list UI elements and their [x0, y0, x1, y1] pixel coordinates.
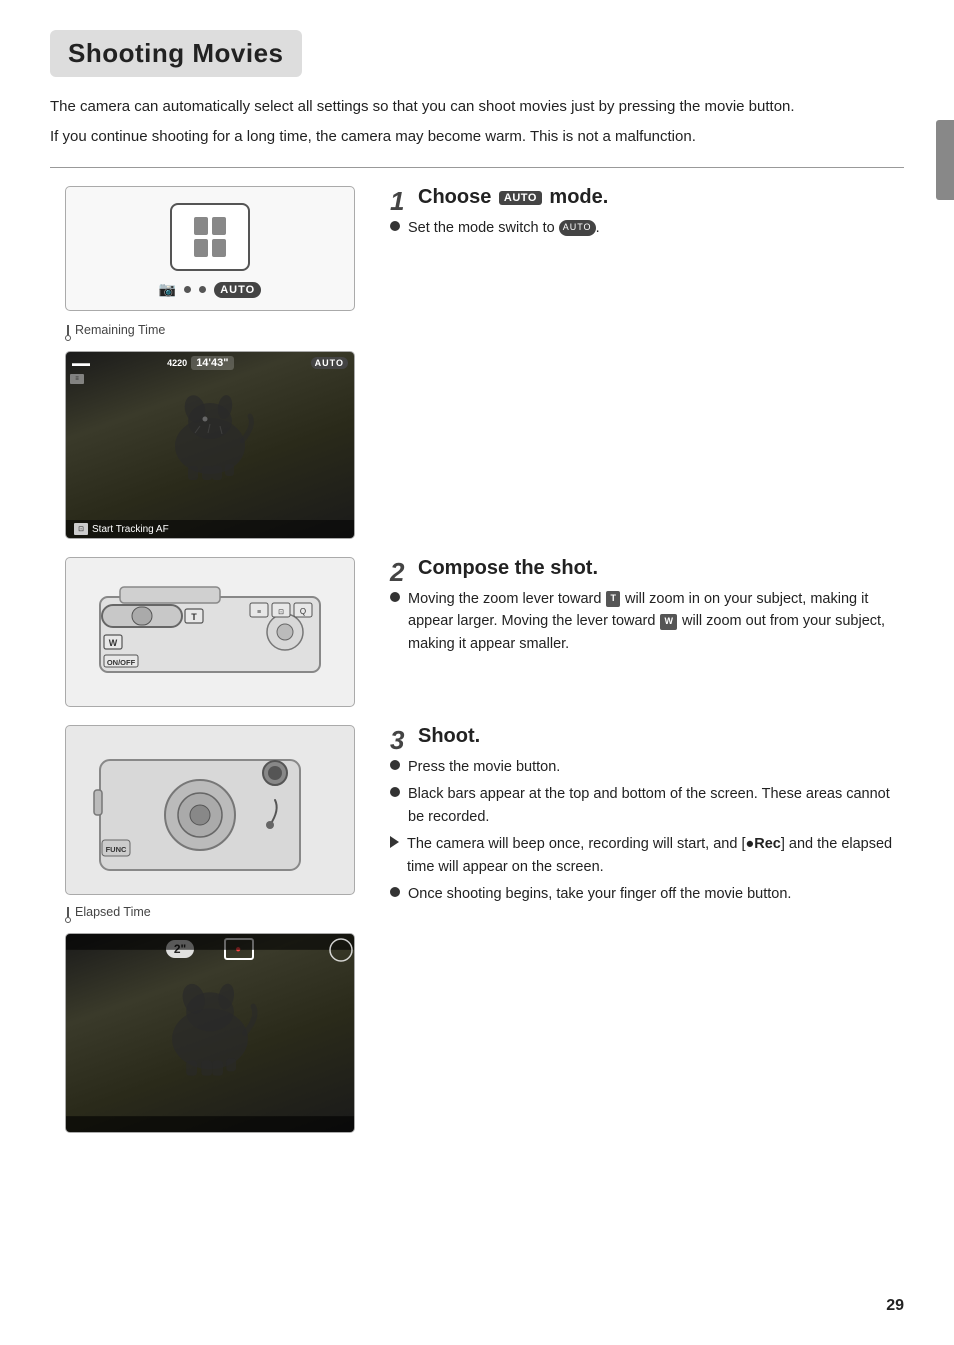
- remaining-time-text: Remaining Time: [75, 323, 165, 337]
- step-2-bullet-text: Moving the zoom lever toward T will zoom…: [408, 588, 904, 655]
- hud-battery: ▬▬: [72, 358, 90, 368]
- mode-dial: [170, 203, 250, 271]
- camera-mode-diagram: 📷 AUTO: [65, 186, 355, 311]
- tele-icon: T: [606, 591, 620, 607]
- step-1-bullet-text: Set the mode switch to AUTO.: [408, 217, 600, 239]
- recording-screen: 2" ●: [65, 933, 355, 1133]
- step-3-bullet-2: Black bars appear at the top and bottom …: [390, 783, 904, 828]
- camera-side-diagram: FUNC: [65, 725, 355, 895]
- camera-body-diagram: W ON/OFF ≡ ⊡ Q: [65, 557, 355, 707]
- step-1-block: 1 Choose AUTO mode. Set the mode switch …: [390, 186, 904, 244]
- step-3-right: 3 Shoot. Press the movie button. Black b…: [370, 725, 904, 911]
- step-3-text-3: The camera will beep once, recording wil…: [407, 833, 904, 878]
- bullet-dot-3a: [390, 760, 400, 770]
- page-container: Shooting Movies The camera can automatic…: [0, 0, 954, 1345]
- elapsed-time-label: Elapsed Time: [75, 905, 151, 919]
- step-2-block: 2 Compose the shot. Moving the zoom leve…: [390, 557, 904, 660]
- camera-icon: 📷: [159, 281, 176, 298]
- dial-cell-4: [212, 239, 226, 257]
- mode-row: 📷 AUTO: [159, 281, 261, 298]
- step-3-bullet-4: Once shooting begins, take your finger o…: [390, 883, 904, 905]
- step-1-row: 📷 AUTO Remaining Time: [50, 186, 904, 539]
- step-3-block: 3 Shoot. Press the movie button. Black b…: [390, 725, 904, 911]
- step-1-header: 1 Choose AUTO mode.: [390, 186, 904, 209]
- hud-auto-badge: AUTO: [311, 357, 348, 369]
- screen-overlay: ▬▬ 4220 14'43" AUTO ≡ ⊡ Start Tr: [66, 352, 354, 538]
- bullet-dot-3b: [390, 787, 400, 797]
- bullet-arrow-3c: [390, 836, 399, 848]
- hud-top: ▬▬ 4220 14'43" AUTO: [66, 352, 354, 374]
- step-2-bullet-1: Moving the zoom lever toward T will zoom…: [390, 588, 904, 655]
- camera-body-svg: W ON/OFF ≡ ⊡ Q: [90, 577, 330, 687]
- step-1-title: Choose AUTO mode.: [418, 186, 608, 208]
- step-2-header: 2 Compose the shot.: [390, 557, 904, 580]
- svg-text:T: T: [191, 612, 197, 622]
- step-3-text-2: Black bars appear at the top and bottom …: [408, 783, 904, 828]
- wide-icon: W: [660, 614, 677, 630]
- step-3-text-4: Once shooting begins, take your finger o…: [408, 883, 791, 905]
- svg-text:Q: Q: [300, 607, 306, 616]
- step-2-title: Compose the shot.: [418, 557, 598, 579]
- inline-auto-badge: AUTO: [559, 220, 596, 236]
- svg-text:FUNC: FUNC: [106, 845, 127, 854]
- remaining-time-row: Remaining Time: [65, 321, 355, 341]
- step-3-left: FUNC Elapsed Time: [50, 725, 370, 1133]
- camera-side-svg: FUNC: [80, 735, 340, 885]
- section-divider: [50, 167, 904, 168]
- step-3-bullet-1: Press the movie button.: [390, 756, 904, 778]
- svg-text:ON/OFF: ON/OFF: [107, 658, 136, 667]
- step-3-bullet-3: The camera will beep once, recording wil…: [390, 833, 904, 878]
- step-2-row: W ON/OFF ≡ ⊡ Q: [50, 557, 904, 707]
- page-title: Shooting Movies: [50, 30, 302, 77]
- start-tracking-label: Start Tracking AF: [92, 524, 169, 535]
- hud-bottom: ⊡ Start Tracking AF: [66, 520, 354, 538]
- bullet-dot-3d: [390, 887, 400, 897]
- hud-timer: 14'43": [191, 356, 233, 370]
- remaining-time-label: Remaining Time: [65, 323, 355, 341]
- dial-cell-2: [212, 217, 226, 235]
- bullet-dot-1: [390, 221, 400, 231]
- intro-text-2: If you continue shooting for a long time…: [50, 125, 904, 149]
- elapsed-time-row: Elapsed Time: [65, 905, 355, 923]
- dial-cell-3: [194, 239, 208, 257]
- dial-cell-1: [194, 217, 208, 235]
- step-2-right: 2 Compose the shot. Moving the zoom leve…: [370, 557, 904, 660]
- hud-icon-1: ≡: [70, 374, 84, 384]
- step-3-header: 3 Shoot.: [390, 725, 904, 748]
- step-1-left: 📷 AUTO Remaining Time: [50, 186, 370, 539]
- svg-text:⊡: ⊡: [278, 609, 284, 616]
- step-1-number: 1: [390, 186, 404, 217]
- step-3-text-1: Press the movie button.: [408, 756, 560, 778]
- auto-badge: AUTO: [214, 282, 261, 298]
- step-3-row: FUNC Elapsed Time: [50, 725, 904, 1133]
- svg-text:W: W: [109, 638, 118, 648]
- mode-dial-inner: [190, 213, 230, 261]
- side-tab: [936, 120, 954, 200]
- hud-clip-count: 4220: [167, 358, 187, 368]
- auto-mode-badge: AUTO: [499, 191, 542, 205]
- tracking-icon: ⊡: [74, 523, 88, 535]
- step-1-right: 1 Choose AUTO mode. Set the mode switch …: [370, 186, 904, 244]
- camera-preview-screen: ▬▬ 4220 14'43" AUTO ≡ ⊡ Start Tr: [65, 351, 355, 539]
- page-number: 29: [886, 1297, 904, 1315]
- rec-text-inline: ●Rec: [746, 836, 781, 852]
- hud-left-icons: ≡: [70, 374, 84, 384]
- dot-2: [199, 286, 206, 293]
- step-1-bullet-1: Set the mode switch to AUTO.: [390, 217, 904, 239]
- bullet-dot-2: [390, 592, 400, 602]
- svg-text:≡: ≡: [257, 609, 261, 616]
- step-2-left: W ON/OFF ≡ ⊡ Q: [50, 557, 370, 707]
- intro-text-1: The camera can automatically select all …: [50, 95, 904, 119]
- step-2-number: 2: [390, 557, 404, 588]
- step-3-number: 3: [390, 725, 404, 756]
- dot-1: [184, 286, 191, 293]
- step-3-title: Shoot.: [418, 725, 480, 747]
- corner-brackets: [66, 934, 354, 1132]
